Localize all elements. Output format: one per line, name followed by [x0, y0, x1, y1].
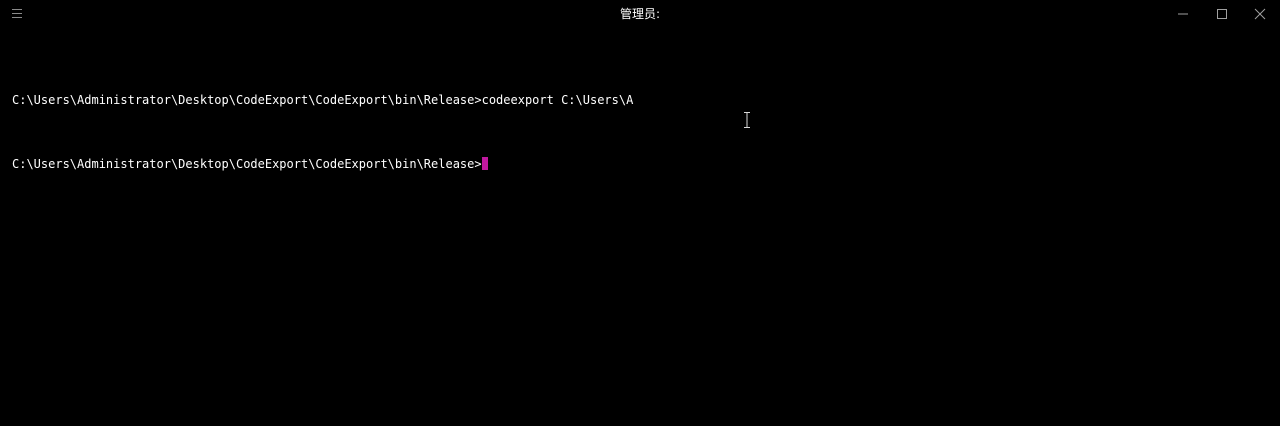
console-output[interactable]: C:\Users\Administrator\Desktop\CodeExpor…: [12, 55, 1272, 209]
console-line: C:\Users\Administrator\Desktop\CodeExpor…: [12, 91, 1272, 109]
console-prompt-line[interactable]: C:\Users\Administrator\Desktop\CodeExpor…: [12, 155, 1272, 173]
console-prompt-text: C:\Users\Administrator\Desktop\CodeExpor…: [12, 157, 482, 171]
close-button[interactable]: [1240, 0, 1280, 28]
minimize-button[interactable]: [1163, 0, 1203, 28]
close-icon: [1254, 8, 1266, 20]
text-ibeam-cursor-icon: [744, 112, 750, 128]
text-cursor: [481, 157, 488, 170]
minimize-icon: [1178, 13, 1188, 15]
window-title: 管理员:: [619, 7, 661, 21]
terminal-window: 管理员: C:\Users\Administrator\Desktop\Code…: [0, 0, 1280, 426]
console-line-text: C:\Users\Administrator\Desktop\CodeExpor…: [12, 93, 634, 107]
maximize-icon: [1217, 9, 1227, 19]
title-bar[interactable]: 管理员:: [0, 0, 1280, 30]
maximize-button[interactable]: [1202, 0, 1242, 28]
